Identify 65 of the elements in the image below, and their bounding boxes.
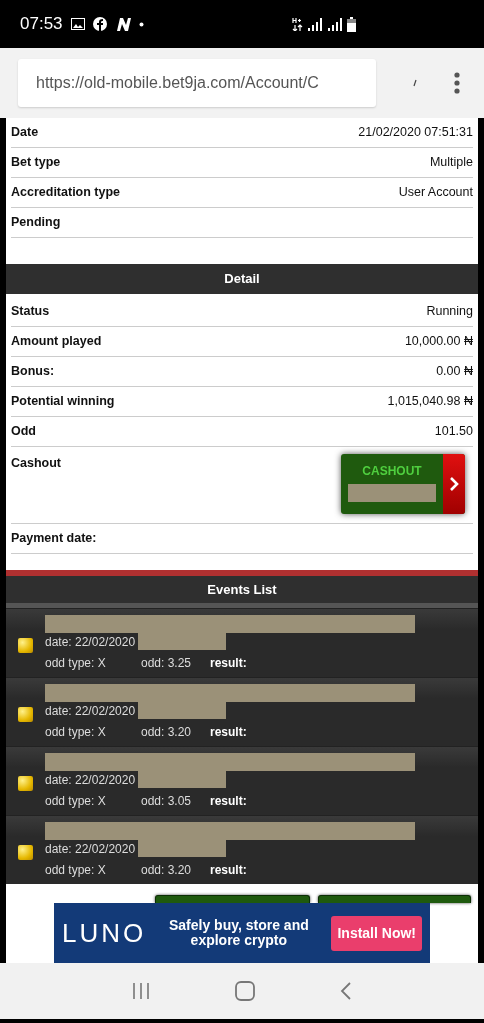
row-value: Running	[426, 303, 473, 321]
n-logo-icon	[114, 17, 131, 31]
event-result: result:	[210, 792, 247, 810]
row-value: 1,015,040.98 ₦	[387, 393, 473, 411]
event-date: date: 22/02/2020	[45, 702, 136, 720]
event-row[interactable]: date: 22/02/2020 odd type: X odd: 3.20 result:	[6, 815, 478, 884]
odd-type: odd type: X	[45, 654, 107, 672]
bullet-icon	[18, 706, 33, 722]
row-label: Cashout	[11, 455, 61, 472]
image-icon	[70, 18, 85, 30]
network-icon	[292, 17, 303, 31]
bullet-icon	[18, 775, 33, 791]
event-row[interactable]: date: 22/02/2020 odd type: X odd: 3.20 result:	[6, 677, 478, 746]
event-odd: odd: 3.05	[141, 792, 193, 810]
section-header: Detail	[6, 264, 478, 294]
event-result: result:	[210, 861, 247, 879]
row-value: 0.00 ₦	[436, 363, 473, 381]
bullet-icon	[18, 637, 33, 653]
event-date: date: 22/02/2020	[45, 771, 136, 789]
event-result: result:	[210, 654, 247, 672]
row-label: Status	[11, 303, 50, 321]
event-row[interactable]: date: 22/02/2020 odd type: X odd: 3.05 result:	[6, 746, 478, 815]
bullet-icon	[18, 844, 33, 860]
row-value: 21/02/2020 07:51:31	[358, 124, 473, 142]
row-label: Accreditation type	[11, 184, 121, 202]
battery-icon	[347, 16, 356, 32]
ad-banner[interactable]: LUNO Safely buy, store and explore crypto Install Now!	[54, 903, 430, 963]
row-value: 101.50	[434, 423, 473, 441]
event-date: date: 22/02/2020	[45, 840, 136, 858]
cashout-button[interactable]: CASHOUT	[341, 454, 465, 514]
back-icon[interactable]	[339, 982, 352, 1000]
row-value: User Account	[398, 184, 473, 202]
row-label: Odd	[11, 423, 36, 441]
odd-type: odd type: X	[45, 792, 107, 810]
circle-f-icon	[92, 17, 107, 31]
event-odd: odd: 3.20	[141, 861, 193, 879]
ad-logo: LUNO	[62, 916, 147, 950]
row-label: Date	[11, 124, 39, 142]
row-label: Potential winning	[11, 393, 115, 411]
event-odd: odd: 3.25	[141, 654, 193, 672]
clock: 07:53	[20, 13, 63, 36]
row-value: 10,000.00 ₦	[404, 333, 473, 351]
odd-type: odd type: X	[45, 861, 107, 879]
event-result: result:	[210, 723, 247, 741]
section-header: Events List	[6, 576, 478, 603]
row-value: Multiple	[429, 154, 473, 172]
event-row[interactable]: date: 22/02/2020 odd type: X odd: 3.25 result:	[6, 608, 478, 677]
row-label: Payment date:	[11, 530, 97, 548]
row-label: Pending	[11, 214, 61, 232]
home-icon[interactable]	[235, 981, 255, 1001]
signal-icon	[307, 17, 323, 31]
odd-type: odd type: X	[45, 723, 107, 741]
dot-icon	[138, 21, 144, 27]
recent-apps-icon[interactable]	[132, 983, 151, 999]
row-label: Amount played	[11, 333, 102, 351]
chevron-right-icon	[449, 476, 459, 492]
row-label: Bet type	[11, 154, 61, 172]
menu-icon[interactable]	[454, 72, 460, 94]
address-bar[interactable]: https://old-mobile.bet9ja.com/Account/C	[18, 59, 376, 107]
event-date: date: 22/02/2020	[45, 633, 136, 651]
signal-icon	[327, 17, 343, 31]
install-button[interactable]: Install Now!	[331, 915, 422, 951]
ad-text: Safely buy, store and explore crypto	[167, 918, 310, 948]
row-label: Bonus:	[11, 363, 55, 381]
event-odd: odd: 3.20	[141, 723, 193, 741]
